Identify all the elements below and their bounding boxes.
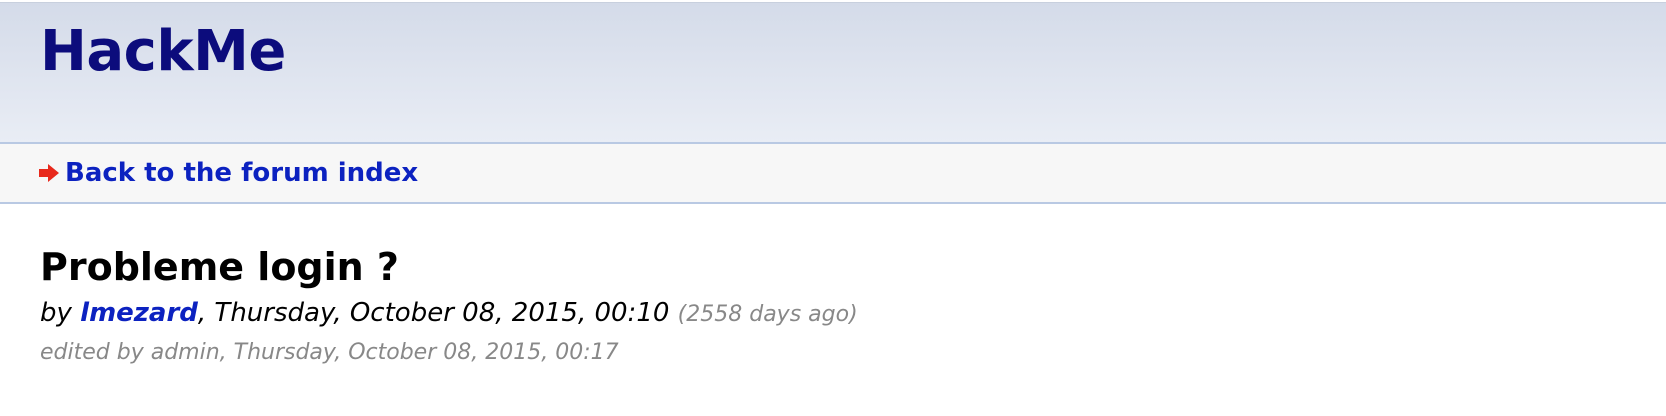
- back-to-forum-index-link[interactable]: Back to the forum index: [39, 158, 418, 188]
- by-prefix: by: [40, 298, 81, 328]
- post-title: Probleme login ?: [40, 245, 399, 289]
- site-title[interactable]: HackMe: [40, 19, 286, 84]
- post-age: (2558 days ago): [677, 302, 858, 327]
- post-date: , Thursday, October 08, 2015, 00:10: [197, 298, 670, 328]
- post-meta: by lmezard, Thursday, October 08, 2015, …: [40, 296, 858, 332]
- site-header: HackMe: [0, 2, 1666, 144]
- post: Probleme login ? by lmezard, Thursday, O…: [40, 244, 858, 365]
- back-link-label[interactable]: Back to the forum index: [65, 158, 418, 188]
- author-link[interactable]: lmezard: [80, 298, 198, 328]
- edited-note: edited by admin, Thursday, October 08, 2…: [40, 340, 619, 365]
- right-arrow-icon: [39, 164, 59, 182]
- navigation-bar: Back to the forum index: [0, 144, 1666, 204]
